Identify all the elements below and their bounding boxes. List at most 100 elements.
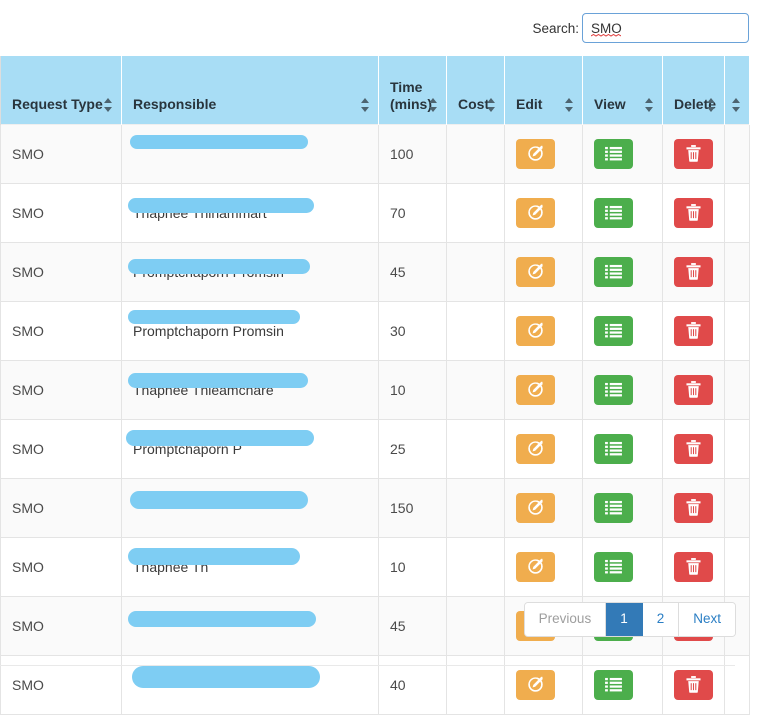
list-icon — [605, 441, 622, 456]
cell-request-type: SMO — [0, 536, 122, 597]
column-header-extra[interactable] — [724, 56, 750, 124]
delete-button[interactable] — [674, 551, 713, 582]
search-input[interactable] — [582, 13, 749, 43]
pagination-next[interactable]: Next — [679, 603, 735, 636]
list-icon — [605, 559, 622, 574]
cell-extra — [724, 241, 750, 302]
cell-responsible: Thapnee Thinammart — [121, 182, 379, 243]
edit-button[interactable] — [516, 197, 555, 228]
edit-icon — [528, 322, 543, 338]
cell-responsible — [121, 477, 379, 538]
cell-delete — [662, 182, 725, 243]
cell-edit — [504, 654, 583, 715]
column-header-request-type[interactable]: Request Type — [0, 56, 122, 124]
redaction-stroke — [130, 490, 308, 509]
cell-extra — [724, 182, 750, 243]
edit-button[interactable] — [516, 138, 555, 169]
column-header-label: View — [594, 96, 626, 112]
sort-arrows-icon[interactable] — [103, 97, 113, 112]
delete-button[interactable] — [674, 669, 713, 700]
pagination-page-1[interactable]: 1 — [606, 603, 643, 636]
edit-button[interactable] — [516, 433, 555, 464]
cell-responsible: Promptchaporn Promsin — [121, 241, 379, 302]
pagination-page-2[interactable]: 2 — [642, 603, 680, 636]
cell-responsible: Promptchaporn Promsin — [121, 300, 379, 361]
cell-responsible: Thapnee Thieamchare — [121, 359, 379, 420]
table-row: SMO 40 — [0, 654, 750, 715]
column-header-edit[interactable]: Edit — [504, 56, 583, 124]
view-button[interactable] — [594, 197, 633, 228]
delete-button[interactable] — [674, 315, 713, 346]
column-header-view[interactable]: View — [582, 56, 663, 124]
list-icon — [605, 382, 622, 397]
cell-extra — [724, 123, 750, 184]
sort-arrows-icon[interactable] — [706, 97, 716, 112]
search-bar: Search: — [0, 0, 762, 56]
delete-button[interactable] — [674, 138, 713, 169]
table-row: SMO Thapnee Th 10 — [0, 536, 750, 597]
edit-button[interactable] — [516, 315, 555, 346]
edit-button[interactable] — [516, 551, 555, 582]
cell-request-type: SMO — [0, 300, 122, 361]
view-button[interactable] — [594, 315, 633, 346]
table-row: SMO Promptchaporn Promsin 30 — [0, 300, 750, 361]
column-header-responsible[interactable]: Responsible — [121, 56, 379, 124]
delete-button[interactable] — [674, 256, 713, 287]
column-header-delete[interactable]: Delete — [662, 56, 725, 124]
cell-time: 10 — [378, 359, 447, 420]
cell-request-type: SMO — [0, 241, 122, 302]
trash-icon — [686, 440, 701, 457]
cell-cost — [446, 300, 505, 361]
column-header-label: Edit — [516, 96, 543, 112]
cell-delete — [662, 536, 725, 597]
sort-arrows-icon[interactable] — [731, 97, 741, 112]
view-button[interactable] — [594, 669, 633, 700]
delete-button[interactable] — [674, 374, 713, 405]
cell-time: 150 — [378, 477, 447, 538]
list-icon — [605, 264, 622, 279]
cell-extra — [724, 654, 750, 715]
view-button[interactable] — [594, 433, 633, 464]
responsible-name: Promptchaporn P — [133, 440, 242, 457]
search-input-wrapper — [582, 13, 749, 43]
edit-icon — [528, 499, 543, 515]
view-button[interactable] — [594, 492, 633, 523]
table-row: SMO Promptchaporn P 25 — [0, 418, 750, 479]
table-header: Request Type Responsible Time (mins) Cos… — [0, 56, 750, 124]
cell-edit — [504, 418, 583, 479]
edit-button[interactable] — [516, 669, 555, 700]
search-label: Search: — [532, 20, 579, 36]
delete-button[interactable] — [674, 492, 713, 523]
cell-time: 45 — [378, 241, 447, 302]
trash-icon — [686, 322, 701, 339]
edit-button[interactable] — [516, 374, 555, 405]
list-icon — [605, 146, 622, 161]
list-icon — [605, 677, 622, 692]
cell-time: 25 — [378, 418, 447, 479]
sort-arrows-icon[interactable] — [360, 97, 370, 112]
column-header-label: Request Type — [12, 96, 103, 112]
view-button[interactable] — [594, 374, 633, 405]
table-row: SMO Thapnee Thinammart 70 — [0, 182, 750, 243]
edit-button[interactable] — [516, 492, 555, 523]
cell-delete — [662, 418, 725, 479]
pagination-previous[interactable]: Previous — [524, 603, 607, 636]
delete-button[interactable] — [674, 197, 713, 228]
column-header-cost[interactable]: Cost — [446, 56, 505, 124]
view-button[interactable] — [594, 551, 633, 582]
column-header-time[interactable]: Time (mins) — [378, 56, 447, 124]
sort-arrows-icon[interactable] — [428, 97, 438, 112]
sort-arrows-icon[interactable] — [564, 97, 574, 112]
sort-arrows-icon[interactable] — [486, 97, 496, 112]
cell-edit — [504, 477, 583, 538]
cell-delete — [662, 654, 725, 715]
view-button[interactable] — [594, 256, 633, 287]
trash-icon — [686, 676, 701, 693]
cell-view — [582, 123, 663, 184]
cell-view — [582, 418, 663, 479]
view-button[interactable] — [594, 138, 633, 169]
delete-button[interactable] — [674, 433, 713, 464]
edit-button[interactable] — [516, 256, 555, 287]
responsible-name: Thapnee Thinammart — [133, 204, 267, 221]
sort-arrows-icon[interactable] — [644, 97, 654, 112]
